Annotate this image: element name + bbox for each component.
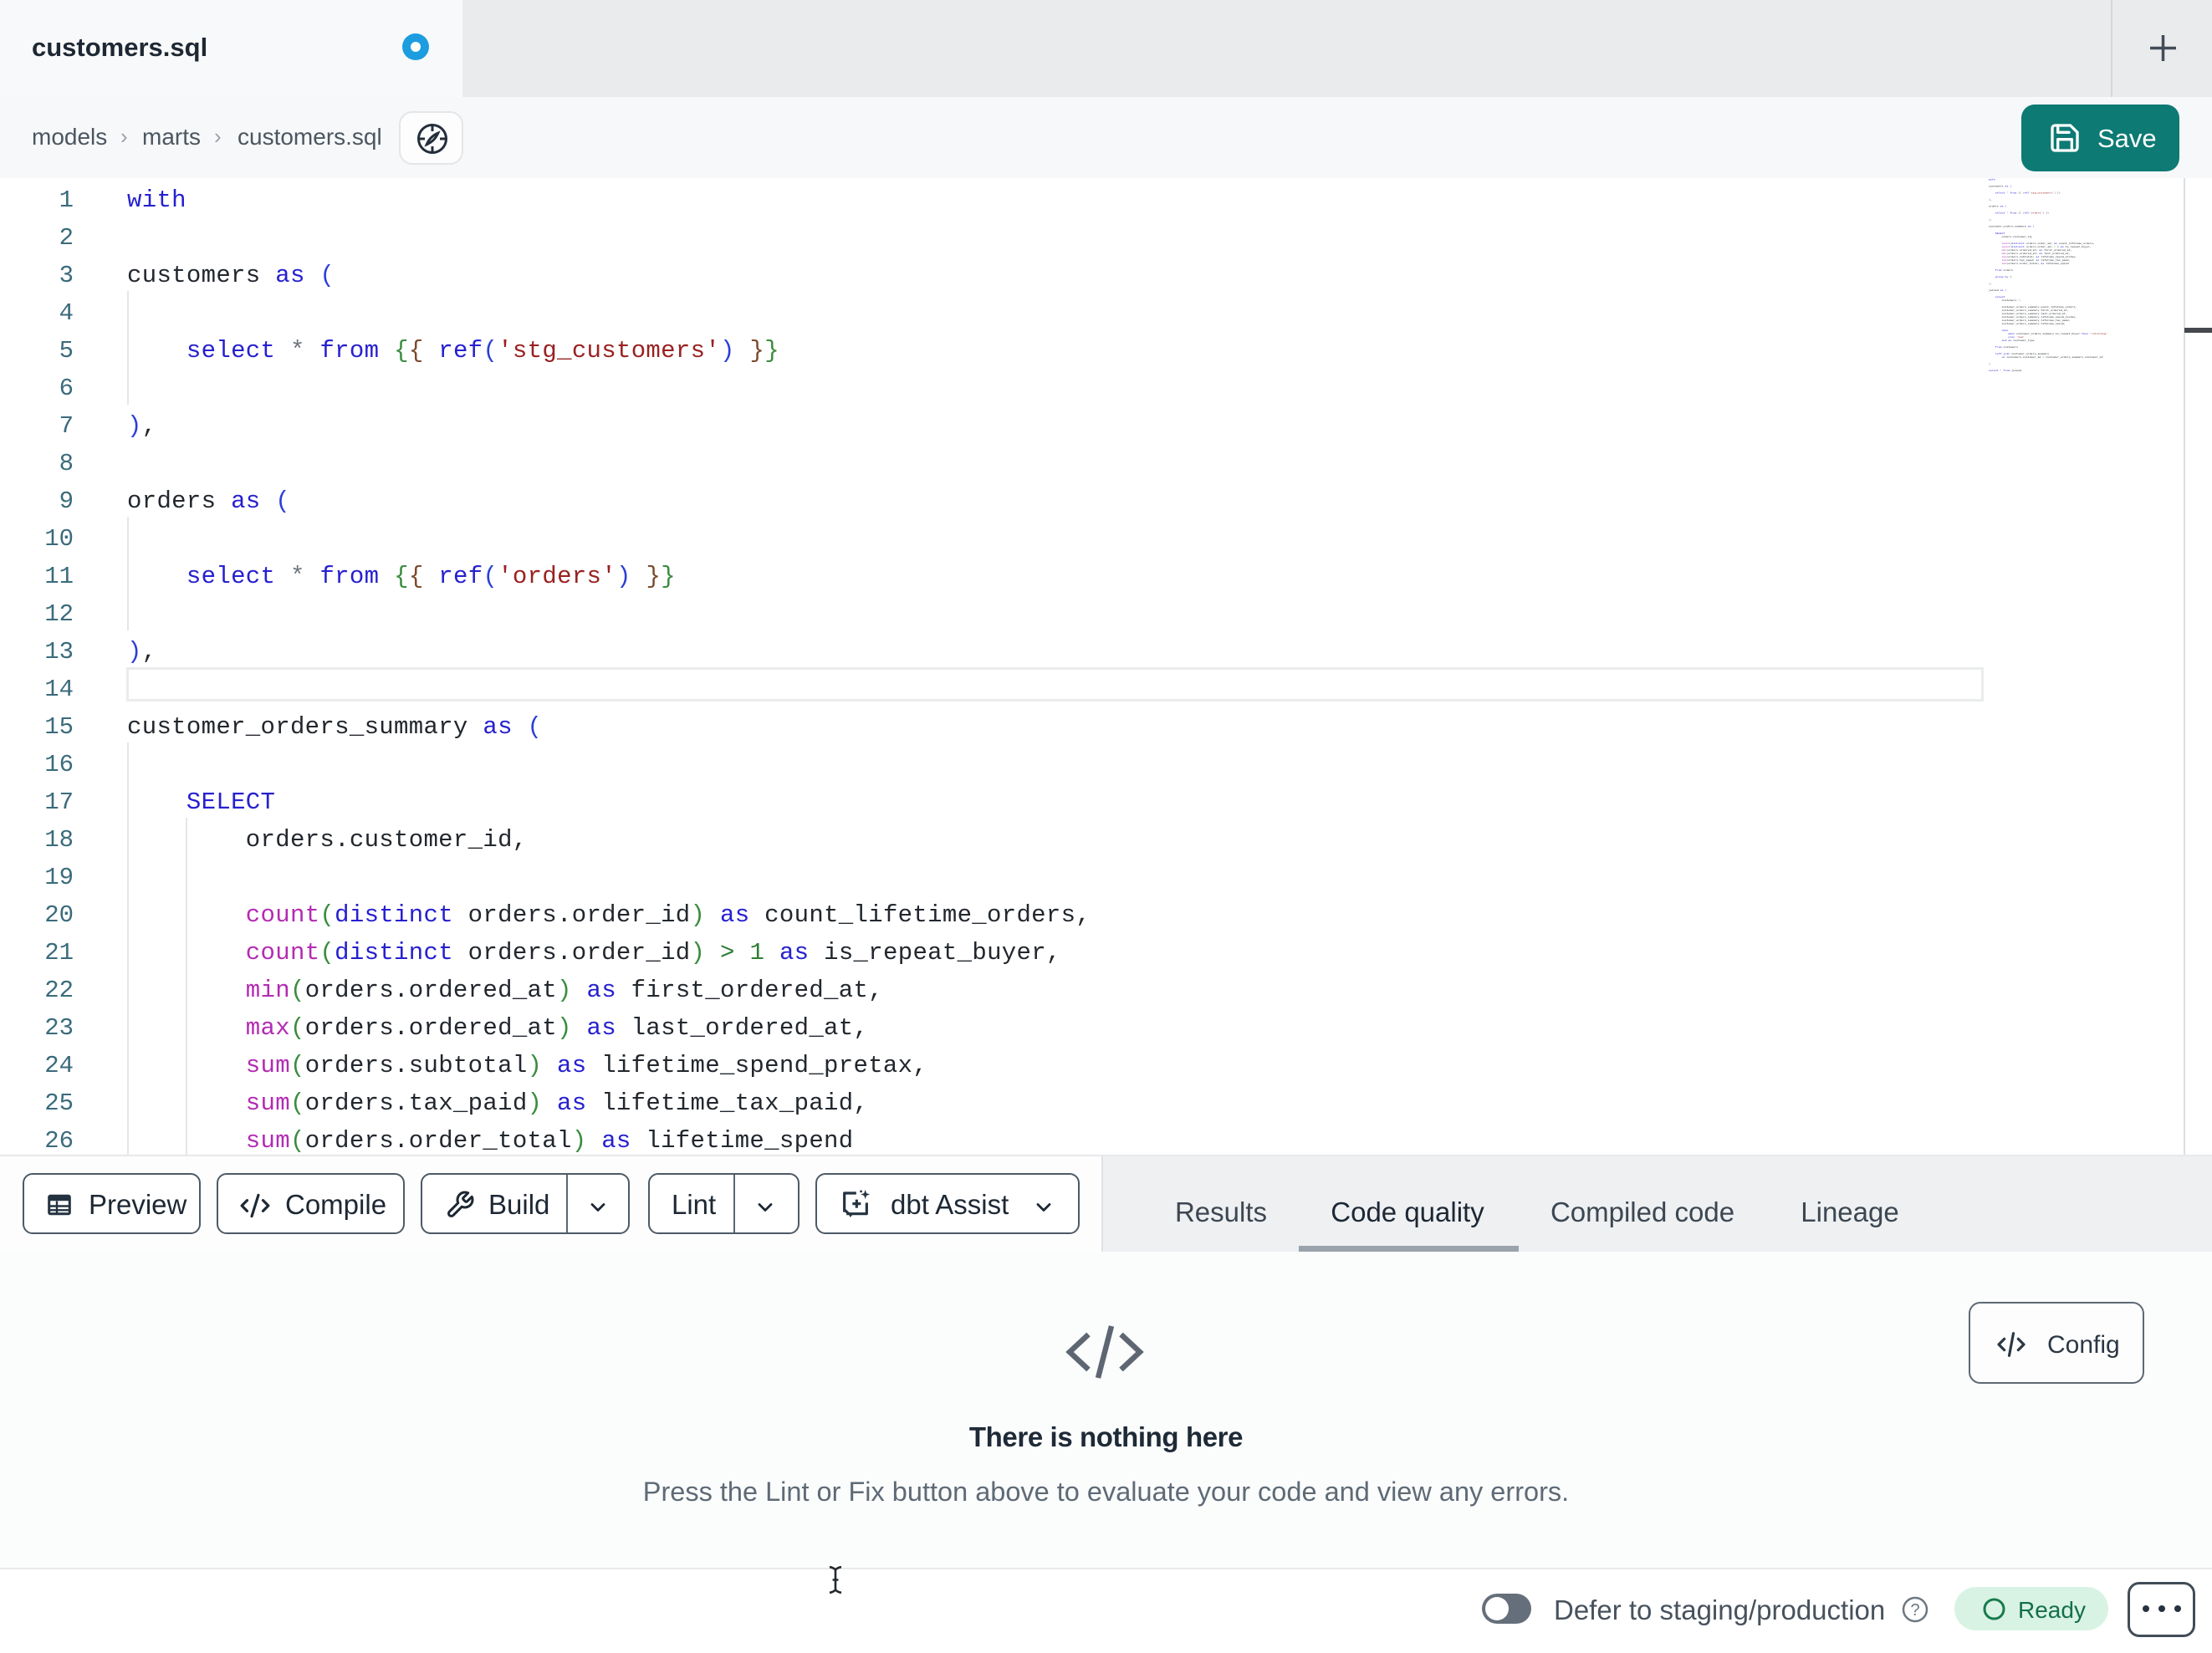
svg-text:?: ? bbox=[1910, 1601, 1919, 1620]
